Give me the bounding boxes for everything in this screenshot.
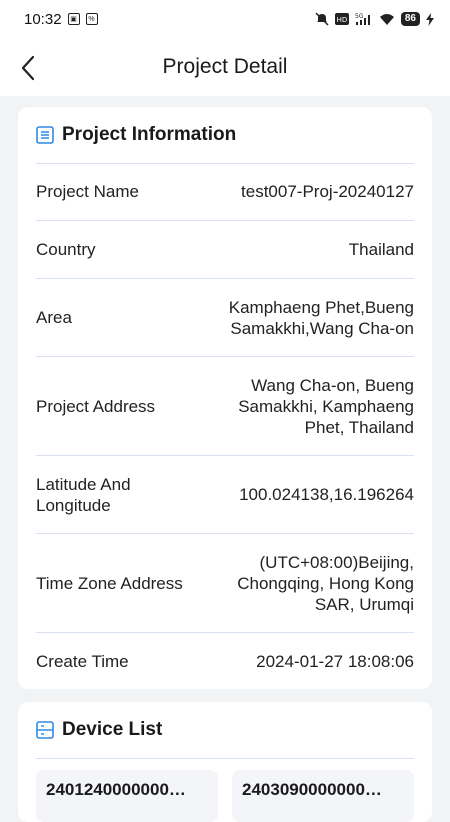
mute-icon [315,12,329,26]
app-header: Project Detail [0,38,450,96]
project-information-header: Project Information [36,107,414,164]
row-value: Wang Cha-on, Bueng Samakkhi, Kamphaeng P… [238,375,414,437]
status-right: HD 5G 86 [315,12,434,26]
row-latitude-longitude: Latitude And Longitude 100.024138,16.196… [36,456,414,534]
row-label: Latitude And Longitude [36,474,131,515]
row-label: Project Name [36,182,139,201]
device-list-header: Device List [36,702,414,759]
svg-text:5G: 5G [355,13,364,20]
page-title: Project Detail [162,55,288,78]
row-value: 2024-01-27 18:08:06 [256,651,414,671]
status-time: 10:32 [24,10,62,28]
row-value: Kamphaeng Phet,Bueng Samakkhi,Wang Cha-o… [228,297,414,338]
row-country: Country Thailand [36,221,414,279]
device-list-icon [36,721,54,739]
row-value: test007-Proj-20240127 [241,182,414,201]
device-list-title: Device List [62,719,163,740]
row-area: Area Kamphaeng Phet,Bueng Samakkhi,Wang … [36,279,414,357]
row-label: Area [36,308,72,327]
row-create-time: Create Time 2024-01-27 18:08:06 [36,633,414,689]
app-notification-icon: % [85,13,98,25]
row-project-address: Project Address Wang Cha-on, Bueng Samak… [36,357,414,456]
hd-icon: HD [334,13,349,25]
device-item[interactable]: 2403090000000… [232,770,414,822]
status-left: 10:32 ▣ % [24,11,98,28]
wifi-icon [379,13,395,26]
device-item[interactable]: 2401240000000… [36,770,218,822]
row-label: Create Time [36,651,129,671]
row-value: Thailand [348,240,414,259]
row-label: Project Address [36,396,156,416]
row-time-zone-address: Time Zone Address (UTC+08:00)Beijing, Ch… [36,534,414,633]
document-list-icon [36,126,54,144]
row-value: 100.024138,16.196264 [239,485,414,504]
row-label: Country [36,240,96,259]
charging-icon [426,12,434,26]
device-list-card: Device List 2401240000000… 2403090000000… [18,702,432,822]
row-project-name: Project Name test007-Proj-20240127 [36,163,414,221]
svg-text:HD: HD [337,16,348,24]
project-information-title: Project Information [62,124,237,145]
gallery-notification-icon: ▣ [67,13,80,25]
status-bar: 10:32 ▣ % HD 5G 86 [0,0,450,38]
row-label: Time Zone Address [36,573,183,593]
row-value: (UTC+08:00)Beijing, Chongqing, Hong Kong… [237,552,414,614]
battery-indicator: 86 [400,12,420,26]
cellular-5g-icon: 5G [355,12,373,26]
project-information-card: Project Information Project Name test007… [18,107,432,689]
